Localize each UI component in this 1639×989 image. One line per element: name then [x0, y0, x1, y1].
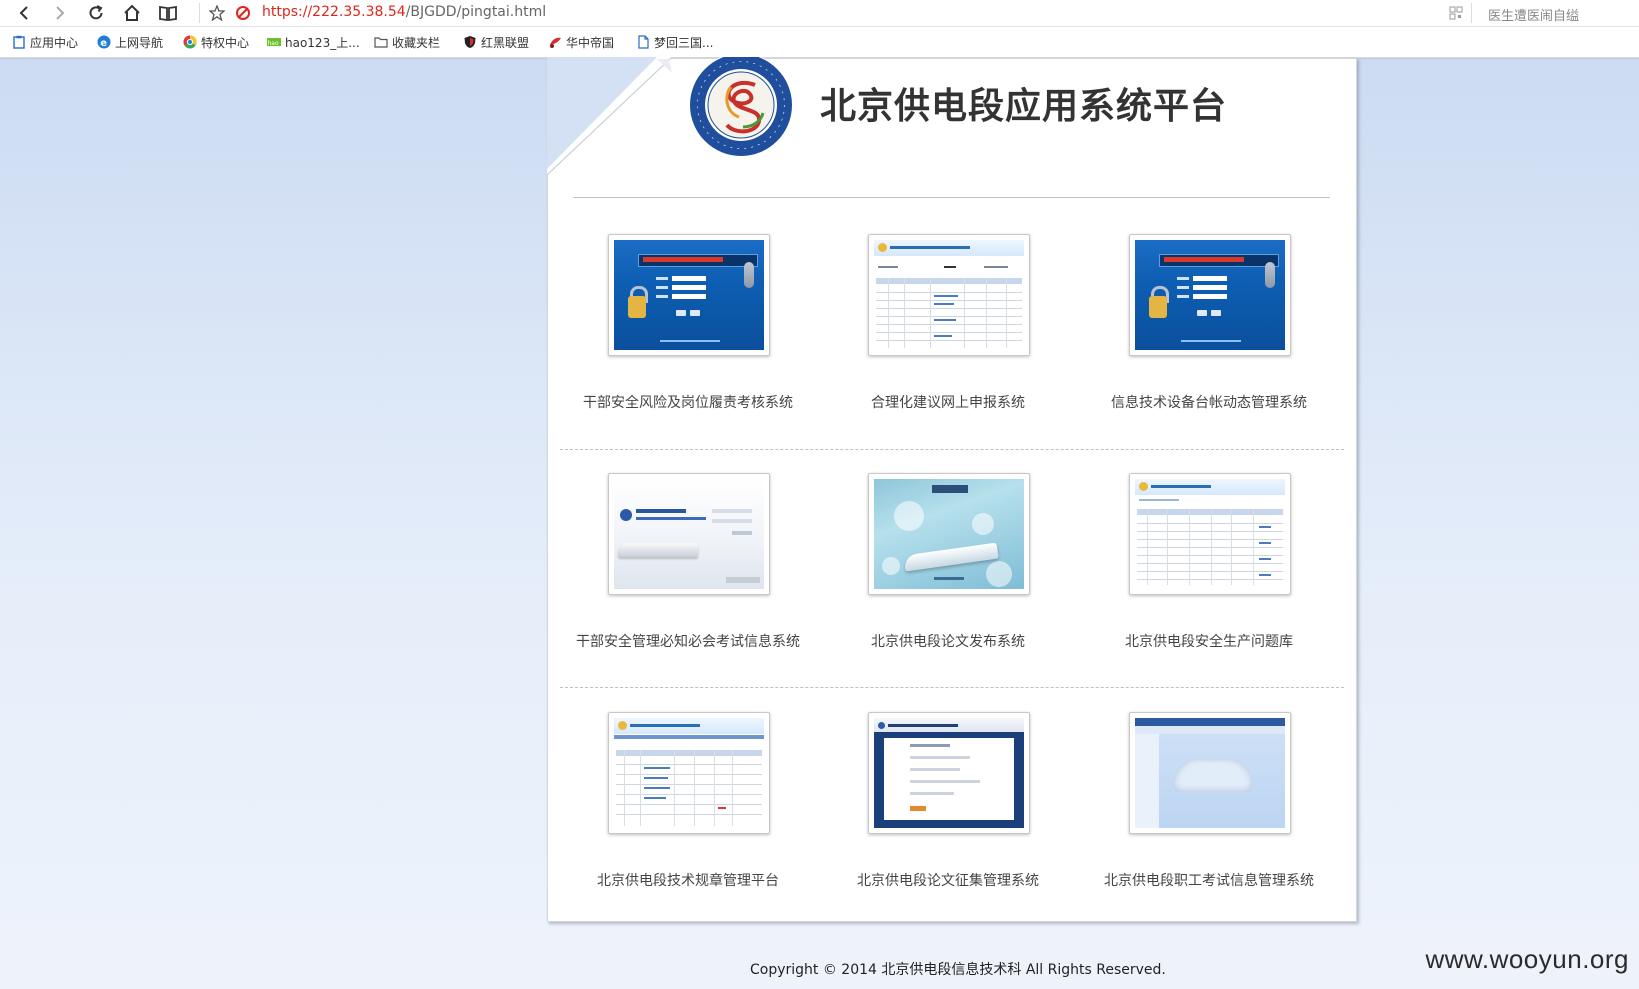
system-label[interactable]: 北京供电段安全生产问题库: [1079, 631, 1339, 651]
insecure-icon[interactable]: [230, 0, 256, 26]
system-thumbnail[interactable]: [1129, 473, 1291, 595]
svg-text:e: e: [100, 38, 107, 49]
bookmark-item[interactable]: 红黑联盟: [463, 34, 529, 50]
welcome-screenshot: [614, 479, 764, 589]
bookmark-label: hao123_上...: [285, 35, 360, 50]
bookmark-label: 应用中心: [30, 35, 79, 50]
toolbar-separator: [199, 3, 200, 23]
row-divider: [560, 687, 1344, 688]
system-thumbnail[interactable]: [608, 712, 770, 834]
row-divider: [560, 449, 1344, 450]
login-screenshot: [1135, 240, 1285, 350]
login-screenshot: [614, 240, 764, 350]
back-icon[interactable]: [11, 0, 37, 26]
system-label[interactable]: 北京供电段技术规章管理平台: [558, 870, 818, 890]
bookmark-label: 上网导航: [115, 35, 164, 50]
news-ticker[interactable]: 医生遭医闹自缢: [1488, 5, 1579, 24]
system-label[interactable]: 信息技术设备台帐动态管理系统: [1079, 392, 1339, 412]
system-card-it-equipment[interactable]: 信息技术设备台帐动态管理系统: [1079, 234, 1339, 424]
system-label[interactable]: 北京供电段论文发布系统: [818, 631, 1078, 651]
qr-code-icon[interactable]: [1443, 0, 1469, 26]
system-card-tech-rules[interactable]: 北京供电段技术规章管理平台: [558, 712, 818, 902]
system-thumbnail[interactable]: [868, 712, 1030, 834]
svg-text:hao: hao: [268, 40, 279, 47]
dashboard-screenshot: [1135, 718, 1285, 828]
url-host: https://222.35.38.54: [262, 4, 406, 20]
site-logo: [689, 57, 793, 157]
bookmark-item[interactable]: 梦回三国...: [636, 34, 713, 50]
system-thumbnail[interactable]: [868, 234, 1030, 356]
bookmark-item[interactable]: 应用中心: [12, 34, 78, 50]
clipboard-icon: [13, 35, 25, 49]
book-cover-screenshot: [874, 479, 1024, 589]
system-label[interactable]: 干部安全管理必知必会考试信息系统: [558, 631, 818, 651]
bookmark-item[interactable]: 华中帝国: [548, 34, 614, 50]
toolbar-separator: [1471, 3, 1472, 23]
system-thumbnail[interactable]: [1129, 234, 1291, 356]
star-icon[interactable]: [204, 0, 230, 26]
folder-icon: [374, 37, 388, 48]
address-bar[interactable]: https://222.35.38.54/BJGDD/pingtai.html: [262, 4, 546, 20]
table-screenshot: [1135, 479, 1285, 589]
system-thumbnail[interactable]: [608, 473, 770, 595]
system-card-staff-exam[interactable]: 北京供电段职工考试信息管理系统: [1079, 712, 1339, 902]
system-card-cadre-exam[interactable]: 干部安全管理必知必会考试信息系统: [558, 473, 818, 663]
bookmark-label: 红黑联盟: [481, 35, 530, 50]
title-divider: [573, 197, 1330, 198]
bookmark-label: 华中帝国: [566, 35, 615, 50]
bookmark-item[interactable]: hao hao123_上...: [267, 34, 360, 50]
system-label[interactable]: 合理化建议网上申报系统: [818, 392, 1078, 412]
bookmarks-bar: 应用中心 e 上网导航 特权中心 hao hao123_上... 收藏夹栏 红黑…: [0, 27, 1639, 58]
url-path: /BJGDD/pingtai.html: [405, 4, 547, 20]
flag-icon: [550, 37, 561, 48]
reader-icon[interactable]: [155, 0, 181, 26]
forward-icon[interactable]: [47, 0, 73, 26]
shield-icon: [464, 36, 476, 48]
page-title: 北京供电段应用系统平台: [820, 85, 1228, 127]
table-screenshot: [614, 718, 764, 828]
hao123-icon: hao: [267, 38, 281, 47]
bookmark-label: 特权中心: [201, 35, 250, 50]
system-label[interactable]: 北京供电段论文征集管理系统: [818, 870, 1078, 890]
chrome-icon: [183, 35, 197, 49]
home-icon[interactable]: [119, 0, 145, 26]
form-screenshot: [874, 718, 1024, 828]
system-card-cadre-risk[interactable]: 干部安全风险及岗位履责考核系统: [558, 234, 818, 424]
system-card-paper-collect[interactable]: 北京供电段论文征集管理系统: [818, 712, 1078, 902]
system-card-paper-publish[interactable]: 北京供电段论文发布系统: [818, 473, 1078, 663]
system-thumbnail[interactable]: [868, 473, 1030, 595]
system-card-suggestion[interactable]: 合理化建议网上申报系统: [818, 234, 1078, 424]
bookmark-item[interactable]: 特权中心: [183, 34, 249, 50]
browser-toolbar: https://222.35.38.54/BJGDD/pingtai.html …: [0, 0, 1639, 27]
page-icon: [638, 35, 649, 49]
watermark: www.wooyun.org: [1425, 944, 1629, 974]
bookmark-label: 收藏夹栏: [392, 35, 441, 50]
system-card-safety-issues[interactable]: 北京供电段安全生产问题库: [1079, 473, 1339, 663]
system-thumbnail[interactable]: [1129, 712, 1291, 834]
bookmark-label: 梦回三国...: [654, 35, 714, 50]
system-thumbnail[interactable]: [608, 234, 770, 356]
bookmark-item[interactable]: 收藏夹栏: [374, 34, 440, 50]
system-label[interactable]: 北京供电段职工考试信息管理系统: [1079, 870, 1339, 890]
bookmark-item[interactable]: e 上网导航: [97, 34, 163, 50]
table-screenshot: [874, 240, 1024, 350]
refresh-icon[interactable]: [83, 0, 109, 26]
ie-icon: e: [97, 35, 111, 49]
system-label[interactable]: 干部安全风险及岗位履责考核系统: [558, 392, 818, 412]
copyright-footer: Copyright © 2014 北京供电段信息技术科 All Rights R…: [750, 962, 1166, 978]
